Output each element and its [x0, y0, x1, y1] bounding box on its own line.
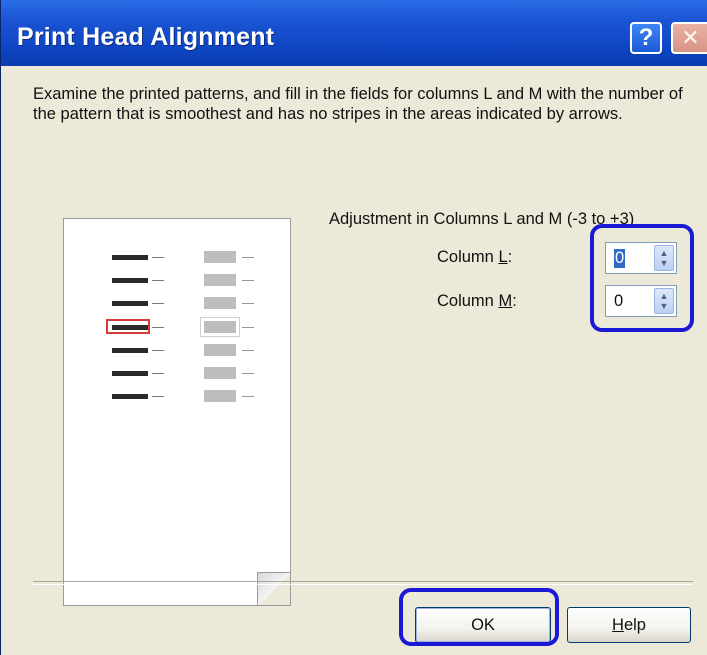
- pattern-bar-dark: [112, 301, 148, 306]
- column-l-label-suffix: :: [507, 248, 513, 266]
- help-button[interactable]: Help: [567, 607, 691, 643]
- pattern-row: [64, 250, 290, 266]
- pattern-bar-dark: [112, 255, 148, 260]
- arrow-icon: [242, 257, 254, 258]
- pattern-bar-light: [204, 297, 236, 309]
- page-fold-corner: [257, 572, 290, 605]
- instructions-text: Examine the printed patterns, and fill i…: [33, 85, 683, 123]
- pattern-row: [64, 343, 290, 359]
- window-title: Print Head Alignment: [17, 23, 275, 51]
- pattern-row: [64, 366, 290, 382]
- pattern-bar-dark: [112, 325, 148, 330]
- pattern-bar-dark: [112, 371, 148, 376]
- pattern-bar-light: [204, 367, 236, 379]
- column-m-label-key: M: [498, 292, 513, 310]
- pattern-row-selected: [64, 317, 290, 337]
- pattern-row: [64, 389, 290, 405]
- spinners-highlight-oval: [590, 224, 694, 332]
- pattern-bar-dark: [112, 394, 148, 399]
- column-m-label-prefix: Column: [437, 292, 499, 310]
- pattern-bar-dark: [112, 348, 148, 353]
- pattern-row: [64, 296, 290, 312]
- arrow-icon: [152, 396, 164, 397]
- column-m-label-suffix: :: [512, 292, 517, 310]
- column-l-label-prefix: Column: [437, 248, 499, 266]
- title-bar[interactable]: Print Head Alignment ? ✕: [1, 0, 707, 66]
- arrow-icon: [242, 373, 254, 374]
- arrow-icon: [242, 350, 254, 351]
- pattern-bar-dark: [112, 278, 148, 283]
- adjustment-heading: Adjustment in Columns L and M (-3 to +3): [329, 210, 635, 228]
- pattern-bar-light: [204, 321, 236, 333]
- column-m-label: Column M:: [437, 292, 517, 311]
- close-button[interactable]: ✕: [671, 22, 707, 54]
- arrow-icon: [152, 327, 164, 328]
- arrow-icon: [152, 373, 164, 374]
- separator-line: [33, 581, 693, 585]
- arrow-icon: [242, 280, 254, 281]
- pattern-bar-light: [204, 390, 236, 402]
- arrow-icon: [242, 303, 254, 304]
- close-icon: ✕: [681, 25, 700, 50]
- arrow-icon: [242, 327, 254, 328]
- arrow-icon: [152, 350, 164, 351]
- pattern-bar-light: [204, 344, 236, 356]
- question-mark-icon: ?: [638, 24, 654, 51]
- column-l-label: Column L:: [437, 248, 512, 267]
- pattern-bar-light: [204, 251, 236, 263]
- arrow-icon: [152, 280, 164, 281]
- arrow-icon: [152, 303, 164, 304]
- help-button-rest: elp: [623, 615, 646, 634]
- column-l-label-key: L: [498, 248, 508, 266]
- arrow-icon: [242, 396, 254, 397]
- ok-button-highlight-oval: [399, 588, 559, 646]
- pattern-row: [64, 273, 290, 289]
- arrow-icon: [152, 257, 164, 258]
- help-title-button[interactable]: ?: [630, 22, 662, 54]
- pattern-bar-light: [204, 274, 236, 286]
- printed-pattern-preview: [63, 218, 291, 606]
- print-head-alignment-dialog: Print Head Alignment ? ✕ Examine the pri…: [0, 0, 707, 655]
- help-button-key: H: [612, 615, 624, 634]
